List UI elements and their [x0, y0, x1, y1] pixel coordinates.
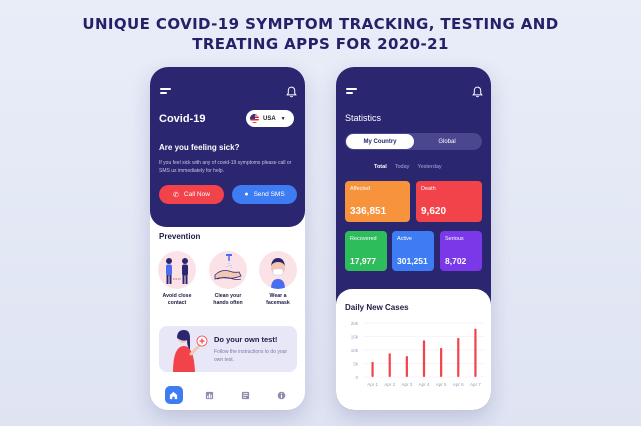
- x-tick-label: Apr 1: [367, 382, 378, 387]
- hand-washing-icon: [209, 251, 247, 289]
- prevention-item-hands[interactable]: Clean your hands often: [206, 251, 250, 307]
- tab-total[interactable]: Total: [374, 164, 387, 170]
- prevention-label-line: Wear a: [269, 293, 287, 299]
- statistics-title: Statistics: [345, 113, 382, 123]
- stat-card-recovered[interactable]: Recovered 17,977: [345, 231, 387, 271]
- prevention-label-line: Clean your: [214, 293, 242, 299]
- home-icon[interactable]: [164, 386, 183, 404]
- bar-apr-5[interactable]: [440, 347, 443, 377]
- stat-label: Serious: [445, 236, 464, 242]
- x-tick-label: Apr 7: [470, 382, 481, 387]
- doctor-illustration-icon: [173, 330, 208, 372]
- region-toggle: My Country Global: [345, 133, 482, 150]
- stat-value: 9,620: [421, 206, 447, 217]
- phone-icon: ✆: [173, 191, 179, 199]
- prevention-label-line: contact: [167, 300, 187, 306]
- chevron-down-icon: ▼: [280, 115, 286, 122]
- stat-label: Recovered: [350, 236, 377, 242]
- country-label: USA: [263, 115, 276, 122]
- chart-title: Daily New Cases: [345, 303, 409, 312]
- x-tick-label: Apr 5: [436, 382, 447, 387]
- send-sms-label: Send SMS: [253, 191, 285, 198]
- stat-card-serious[interactable]: Serious 8,702: [440, 231, 482, 271]
- call-now-label: Call Now: [183, 191, 210, 198]
- tab-yesterday[interactable]: Yesterday: [417, 164, 441, 170]
- period-tabs: Total Today Yesterday: [374, 164, 442, 170]
- stat-label: Affected: [350, 186, 371, 192]
- bar-apr-1[interactable]: [371, 361, 374, 377]
- stat-value: 8,702: [445, 256, 467, 266]
- prevention-label-line: facemask: [266, 300, 290, 306]
- headline-line-2: TREATING APPS FOR 2020-21: [192, 35, 449, 53]
- self-test-card[interactable]: Do your own test! Follow the instruction…: [159, 326, 297, 372]
- bell-icon[interactable]: [286, 86, 297, 98]
- stat-value: 336,851: [350, 206, 387, 217]
- y-tick-label: 10k: [351, 348, 359, 353]
- bar-apr-2[interactable]: [388, 353, 391, 377]
- people-distance-icon: [158, 251, 196, 289]
- prevention-label-line: Avoid close: [162, 293, 192, 299]
- sick-question: Are you feeling sick?: [159, 143, 240, 152]
- prevention-label: Avoid close contact: [155, 293, 199, 307]
- self-test-description: Follow the instructions to do your own t…: [214, 349, 288, 363]
- prevention-label: Wear a facemask: [256, 293, 300, 307]
- us-flag-icon: [250, 114, 259, 123]
- sick-description: If you feel sick with any of covid-19 sy…: [159, 160, 292, 174]
- x-tick-label: Apr 4: [419, 382, 430, 387]
- daily-cases-chart: 20k 15k 10k 5k 0 Apr 1 Apr 2 Apr 3 Apr 4 Apr 5 Apr…: [351, 321, 484, 387]
- info-icon[interactable]: [272, 386, 290, 404]
- headline-line-1: UNIQUE COVID-19 SYMPTOM TRACKING, TESTIN…: [82, 15, 559, 33]
- stat-value: 17,977: [350, 256, 376, 266]
- bar-apr-3[interactable]: [405, 355, 408, 377]
- stat-card-death[interactable]: Death 9,620: [416, 181, 482, 222]
- chart-icon[interactable]: [201, 386, 219, 404]
- country-selector[interactable]: USA ▼: [246, 110, 294, 127]
- statistics-screen-phone: Statistics My Country Global Total Today…: [336, 67, 491, 410]
- x-tick-label: Apr 2: [384, 382, 395, 387]
- tab-my-country[interactable]: My Country: [346, 134, 414, 149]
- stat-label: Active: [397, 236, 412, 242]
- menu-icon[interactable]: [346, 88, 357, 95]
- home-screen-phone: Covid-19 USA ▼ Are you feeling sick? If …: [150, 67, 305, 410]
- menu-icon[interactable]: [160, 88, 171, 95]
- stat-label: Death: [421, 186, 436, 192]
- x-tick-label: Apr 6: [453, 382, 464, 387]
- chat-bubble-icon: ●: [244, 191, 249, 198]
- y-tick-label: 15k: [351, 334, 359, 339]
- call-now-button[interactable]: ✆ Call Now: [159, 185, 224, 204]
- y-tick-label: 0: [355, 375, 358, 380]
- bell-icon[interactable]: [472, 86, 483, 98]
- prevention-heading: Prevention: [159, 232, 201, 241]
- stat-card-active[interactable]: Active 301,251: [392, 231, 434, 271]
- home-title: Covid-19: [159, 113, 206, 125]
- self-test-title: Do your own test!: [214, 335, 278, 344]
- tab-today[interactable]: Today: [395, 164, 410, 170]
- daily-cases-panel: Daily New Cases 20k 15k 10k 5k 0 Apr 1 Apr 2 Ap…: [336, 289, 491, 410]
- send-sms-button[interactable]: ● Send SMS: [232, 185, 297, 204]
- bottom-nav: [150, 380, 305, 410]
- prevention-item-distance[interactable]: Avoid close contact: [155, 251, 199, 307]
- home-header: Covid-19 USA ▼ Are you feeling sick? If …: [150, 67, 305, 227]
- headline: UNIQUE COVID-19 SYMPTOM TRACKING, TESTIN…: [0, 14, 641, 54]
- facemask-icon: [259, 251, 297, 289]
- news-icon[interactable]: [236, 386, 254, 404]
- y-tick-label: 5k: [353, 361, 359, 366]
- stat-value: 301,251: [397, 256, 428, 266]
- prevention-label-line: hands often: [213, 300, 243, 306]
- tab-global[interactable]: Global: [413, 133, 481, 150]
- bar-apr-6[interactable]: [457, 337, 460, 377]
- stat-card-affected[interactable]: Affected 336,851: [345, 181, 410, 222]
- x-tick-label: Apr 3: [401, 382, 412, 387]
- prevention-item-mask[interactable]: Wear a facemask: [256, 251, 300, 307]
- bar-apr-7[interactable]: [474, 328, 477, 377]
- y-tick-label: 20k: [351, 321, 359, 326]
- prevention-label: Clean your hands often: [206, 293, 250, 307]
- bar-apr-4[interactable]: [422, 340, 426, 377]
